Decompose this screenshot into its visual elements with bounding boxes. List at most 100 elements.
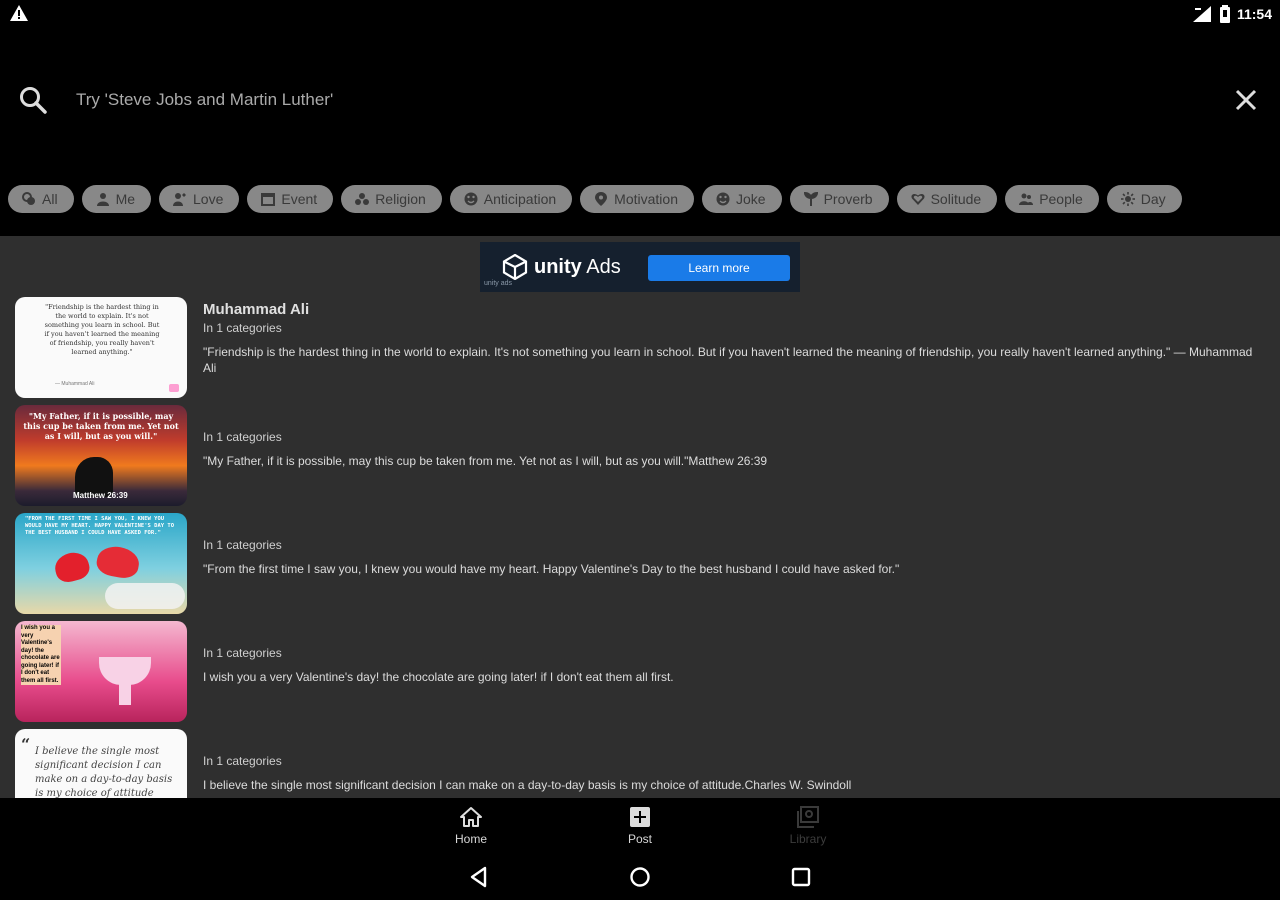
chip-label: Religion (375, 191, 426, 207)
heart-balloon (51, 549, 93, 585)
thumbnail-quote-text: "My Father, if it is possible, may this … (23, 411, 179, 441)
quote-text: I believe the single most significant de… (203, 778, 852, 792)
quote-author: Muhammad Ali (203, 301, 310, 318)
chip-proverb[interactable]: Proverb (789, 185, 889, 213)
list-item[interactable]: "Friendship is the hardest thing in the … (0, 296, 1280, 404)
nav-label: Post (627, 832, 652, 846)
search-input[interactable] (66, 84, 1166, 116)
quote-text: "From the first time I saw you, I knew y… (203, 562, 900, 576)
quote-feed[interactable]: unity Ads Learn more unity ads "Friendsh… (0, 236, 1280, 798)
smiley-icon (464, 192, 478, 206)
quote-categories: In 1 categories (203, 646, 282, 660)
sun-icon (1120, 192, 1135, 206)
chip-label: All (42, 191, 58, 207)
warning-icon (10, 5, 28, 21)
smiley-icon (716, 192, 730, 206)
nav-home[interactable]: Home (431, 804, 511, 850)
ad-small-label: unity ads (484, 280, 513, 287)
quote-thumbnail[interactable]: "FROM THE FIRST TIME I SAW YOU, I KNEW Y… (15, 513, 187, 614)
chip-joke[interactable]: Joke (701, 185, 782, 213)
chip-day[interactable]: Day (1106, 185, 1182, 213)
list-item[interactable]: "My Father, if it is possible, may this … (0, 404, 1280, 512)
chip-anticipation[interactable]: Anticipation (449, 185, 573, 213)
thumbnail-quote-text: I believe the single most significant de… (35, 746, 173, 798)
bottom-navigation: Home Post Library (0, 798, 1280, 854)
search-icon[interactable] (18, 85, 48, 115)
quote-categories: In 1 categories (203, 321, 282, 335)
chip-event[interactable]: Event (247, 185, 334, 213)
status-time: 11:54 (1236, 6, 1272, 22)
chip-me[interactable]: Me (81, 185, 152, 213)
chip-label: Me (115, 191, 136, 207)
nav-post[interactable]: Post (600, 804, 680, 850)
quote-mark-icon: “ (21, 735, 31, 754)
chip-label: Day (1140, 191, 1166, 207)
back-icon[interactable] (466, 864, 492, 890)
thumbnail-author: Matthew 26:39 (73, 491, 128, 500)
all-icon (22, 192, 35, 205)
chip-motivation[interactable]: Motivation (580, 185, 694, 213)
add-box-icon (630, 807, 650, 827)
quote-body: In 1 categories "From the first time I s… (203, 517, 1263, 577)
chip-label: Event (281, 191, 318, 207)
thumbnail-quote-text: "Friendship is the hardest thing in the … (44, 303, 160, 356)
system-navigation (0, 854, 1280, 900)
chip-label: Motivation (614, 191, 678, 207)
home-circle-icon[interactable] (627, 864, 653, 890)
quote-thumbnail[interactable]: “ I believe the single most significant … (15, 729, 187, 798)
battery-icon (1219, 5, 1230, 23)
ad-banner[interactable]: unity Ads Learn more unity ads (480, 242, 800, 292)
nav-library[interactable]: Library (768, 804, 848, 850)
close-icon[interactable] (1232, 86, 1260, 114)
person-icon (96, 193, 109, 206)
quote-thumbnail[interactable]: "Friendship is the hardest thing in the … (15, 297, 187, 398)
recents-icon[interactable] (788, 864, 814, 890)
list-item[interactable]: “ I believe the single most significant … (0, 728, 1280, 798)
heart-icon (911, 193, 925, 205)
quote-categories: In 1 categories (203, 754, 282, 768)
quote-body: In 1 categories I wish you a very Valent… (203, 625, 1263, 685)
search-bar (0, 28, 1280, 168)
quote-thumbnail[interactable]: I wish you a very Valentine's day! the c… (15, 621, 187, 722)
unity-logo-icon (502, 254, 528, 280)
chip-religion[interactable]: Religion (341, 185, 442, 213)
calendar-icon (261, 193, 276, 206)
heart-icon (169, 384, 179, 392)
love-icon (173, 193, 187, 206)
thumbnail-quote-text: I wish you a very Valentine's day! the c… (21, 625, 61, 685)
status-bar: 11:54 (0, 0, 1280, 28)
quote-text: I wish you a very Valentine's day! the c… (203, 670, 674, 684)
plant-icon (803, 192, 818, 206)
chip-people[interactable]: People (1005, 185, 1099, 213)
pin-icon (595, 192, 608, 206)
dessert-cup (99, 657, 151, 685)
chip-label: People (1039, 191, 1083, 207)
list-item[interactable]: I wish you a very Valentine's day! the c… (0, 620, 1280, 728)
signal-icon (1192, 6, 1211, 22)
quote-thumbnail[interactable]: "My Father, if it is possible, may this … (15, 405, 187, 506)
heart-balloon (94, 543, 142, 581)
chip-love[interactable]: Love (159, 185, 240, 213)
cloud (105, 583, 185, 609)
nav-label: Home (454, 832, 487, 846)
chip-solitude[interactable]: Solitude (896, 185, 998, 213)
library-icon (797, 806, 819, 828)
list-item[interactable]: "FROM THE FIRST TIME I SAW YOU, I KNEW Y… (0, 512, 1280, 620)
chip-label: Proverb (823, 191, 873, 207)
thumbnail-author: — Muhammad Ali (55, 381, 95, 387)
quote-categories: In 1 categories (203, 538, 282, 552)
chip-label: Solitude (930, 191, 982, 207)
ad-brand: unity Ads (534, 255, 621, 278)
category-chips: All Me Love Event Religion Anticipation … (0, 168, 1280, 236)
chip-label: Anticipation (483, 191, 557, 207)
chip-label: Love (193, 191, 224, 207)
home-icon (460, 807, 482, 827)
chip-all[interactable]: All (8, 185, 74, 213)
learn-more-button[interactable]: Learn more (648, 255, 790, 281)
quote-text: "My Father, if it is possible, may this … (203, 454, 768, 468)
chip-label: Joke (735, 191, 766, 207)
quote-categories: In 1 categories (203, 430, 282, 444)
quote-body: In 1 categories "My Father, if it is pos… (203, 409, 1263, 469)
quote-body: Muhammad Ali In 1 categories "Friendship… (203, 301, 1263, 376)
thumbnail-quote-text: "FROM THE FIRST TIME I SAW YOU, I KNEW Y… (25, 516, 175, 536)
